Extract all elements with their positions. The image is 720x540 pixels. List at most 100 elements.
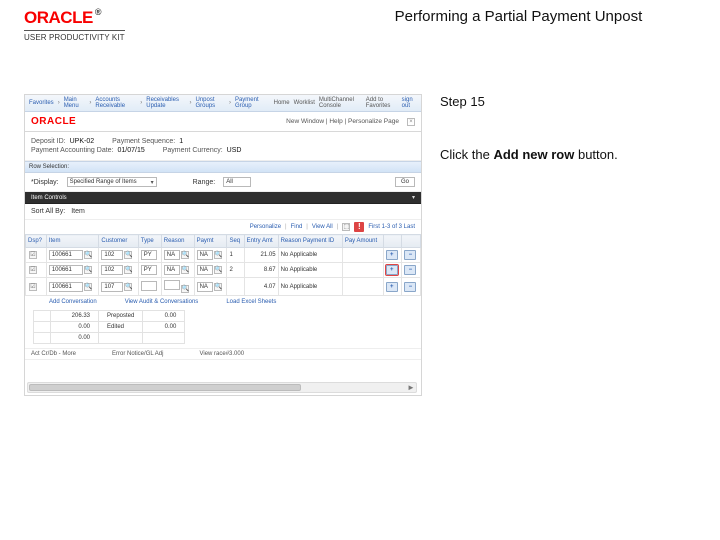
currency-label: Payment Currency: (163, 147, 223, 154)
nav-home[interactable]: Home (274, 100, 290, 106)
add-row-button[interactable]: + (386, 282, 398, 292)
type-cell: PY (138, 263, 161, 278)
pager-text[interactable]: First 1-3 of 3 Last (368, 224, 415, 230)
grid-header[interactable] (402, 235, 421, 248)
reason-input[interactable]: NA (164, 250, 180, 260)
reason-input[interactable]: NA (164, 265, 180, 275)
seq-cell: 1 (227, 248, 244, 263)
add-row-button[interactable]: + (386, 250, 398, 260)
nav-recv-update[interactable]: Receivables Update (146, 97, 185, 109)
lookup-icon[interactable]: 🔍 (181, 251, 189, 259)
grid-header[interactable]: Seq (227, 235, 244, 248)
lookup-icon[interactable]: 🔍 (124, 283, 132, 291)
nav-mcc[interactable]: MultiChannel Console (319, 97, 362, 109)
grid-header[interactable]: Customer (99, 235, 138, 248)
add-row-button[interactable]: + (386, 265, 398, 275)
grid-header[interactable]: Type (138, 235, 161, 248)
item-input[interactable]: 100661 (49, 282, 83, 292)
step-label: Step 15 (440, 94, 708, 109)
lookup-icon[interactable]: 🔍 (214, 283, 222, 291)
lookup-icon[interactable]: 🔍 (124, 266, 132, 274)
lookup-icon[interactable]: 🔍 (84, 283, 92, 291)
grid-header[interactable]: Dsp? (26, 235, 47, 248)
nav-favorites[interactable]: Favorites (29, 100, 54, 106)
grid-header[interactable]: Entry Amt (244, 235, 278, 248)
cust-input[interactable]: 102 (101, 250, 123, 260)
row-checkbox[interactable]: ☑ (29, 266, 37, 274)
collapse-icon[interactable]: ▾ (412, 194, 415, 201)
lookup-icon[interactable]: 🔍 (181, 285, 189, 293)
nav-main[interactable]: Main Menu (64, 97, 86, 109)
grid-header[interactable]: Reason (161, 235, 194, 248)
nav-ar[interactable]: Accounts Receivable (95, 97, 136, 109)
lookup-icon[interactable]: 🔍 (214, 266, 222, 274)
row-checkbox[interactable]: ☑ (29, 283, 37, 291)
scroll-right-icon[interactable]: ► (406, 383, 416, 392)
seq-cell (227, 278, 244, 296)
grid-header[interactable]: Reason Payment ID (278, 235, 342, 248)
refid-cell: No Applicable (278, 278, 342, 296)
header-strip: ORACLE® USER PRODUCTIVITY KIT Performing… (0, 0, 720, 46)
grid-header[interactable]: Paymt (194, 235, 227, 248)
pay-cell (342, 248, 383, 263)
lookup-icon[interactable]: 🔍 (214, 251, 222, 259)
grid-download-icon[interactable]: ⬚ (342, 223, 350, 231)
lookup-icon[interactable]: 🔍 (84, 251, 92, 259)
lookup-icon[interactable]: 🔍 (181, 266, 189, 274)
reason-input[interactable] (164, 280, 180, 290)
type-input[interactable] (141, 281, 157, 291)
window-links[interactable]: New Window | Help | Personalize Page (286, 118, 399, 125)
dsp-cell: ☑ (26, 248, 47, 263)
pmt-input[interactable]: NA (197, 250, 213, 260)
item-controls-label: Item Controls (31, 195, 67, 201)
view-audit-link[interactable]: View Audit & Conversations (125, 299, 199, 305)
payment-seq-label: Payment Sequence: (112, 138, 175, 145)
delete-row-button[interactable]: − (404, 250, 416, 260)
range-input[interactable]: All (223, 177, 251, 187)
find-link[interactable]: Find (291, 224, 303, 230)
lookup-icon[interactable]: 🔍 (84, 266, 92, 274)
grid-header[interactable] (383, 235, 402, 248)
type-input[interactable]: PY (141, 250, 157, 260)
acct-date-value: 01/07/15 (118, 147, 145, 154)
delete-row-button[interactable]: − (404, 265, 416, 275)
nav-addfav[interactable]: Add to Favorites (366, 97, 398, 109)
instruction-prefix: Click the (440, 147, 493, 162)
deposit-id-value: UPK-02 (70, 138, 95, 145)
totals-row: 206.33Preposted0.00 (34, 311, 185, 322)
viewall-link[interactable]: View All (312, 224, 333, 230)
delete-row-button[interactable]: − (404, 282, 416, 292)
type-input[interactable]: PY (141, 265, 157, 275)
go-button[interactable]: Go (395, 177, 415, 187)
lookup-icon[interactable]: 🔍 (124, 251, 132, 259)
load-excel-link[interactable]: Load Excel Sheets (226, 299, 276, 305)
reason-cell: 🔍 (161, 278, 194, 296)
personalize-link[interactable]: Personalize (250, 224, 281, 230)
pmt-cell: NA🔍 (194, 263, 227, 278)
grid-alert-icon[interactable]: ! (354, 222, 364, 232)
nav-signout[interactable]: sign out (402, 97, 417, 109)
cust-input[interactable]: 107 (101, 282, 123, 292)
grid-header[interactable]: Item (46, 235, 99, 248)
grid-header[interactable]: Pay Amount (342, 235, 383, 248)
display-dropdown[interactable]: Specified Range of Items (67, 177, 157, 187)
nav-payment-group[interactable]: Payment Group (235, 97, 266, 109)
cust-input[interactable]: 102 (101, 265, 123, 275)
close-tab-icon[interactable]: × (407, 118, 415, 126)
messages-text: Error Notice/GL Adj (112, 351, 163, 357)
pay-cell (342, 263, 383, 278)
grid-footer-links: Add Conversation View Audit & Conversati… (25, 296, 421, 308)
horizontal-scrollbar[interactable]: ◄ ► (27, 382, 417, 393)
add-conversation-link[interactable]: Add Conversation (49, 299, 97, 305)
item-input[interactable]: 100661 (49, 265, 83, 275)
pmt-input[interactable]: NA (197, 265, 213, 275)
pmt-input[interactable]: NA (197, 282, 213, 292)
nav-worklist[interactable]: Worklist (294, 100, 315, 106)
row-selection-bar: Row Selection: (25, 161, 421, 173)
scroll-thumb[interactable] (29, 384, 301, 391)
messages-row: Act Cr/Db - More Error Notice/GL Adj Vie… (25, 348, 421, 360)
nav-unpost[interactable]: Unpost Groups (195, 97, 224, 109)
row-checkbox[interactable]: ☑ (29, 251, 37, 259)
seq-cell: 2 (227, 263, 244, 278)
item-input[interactable]: 100661 (49, 250, 83, 260)
